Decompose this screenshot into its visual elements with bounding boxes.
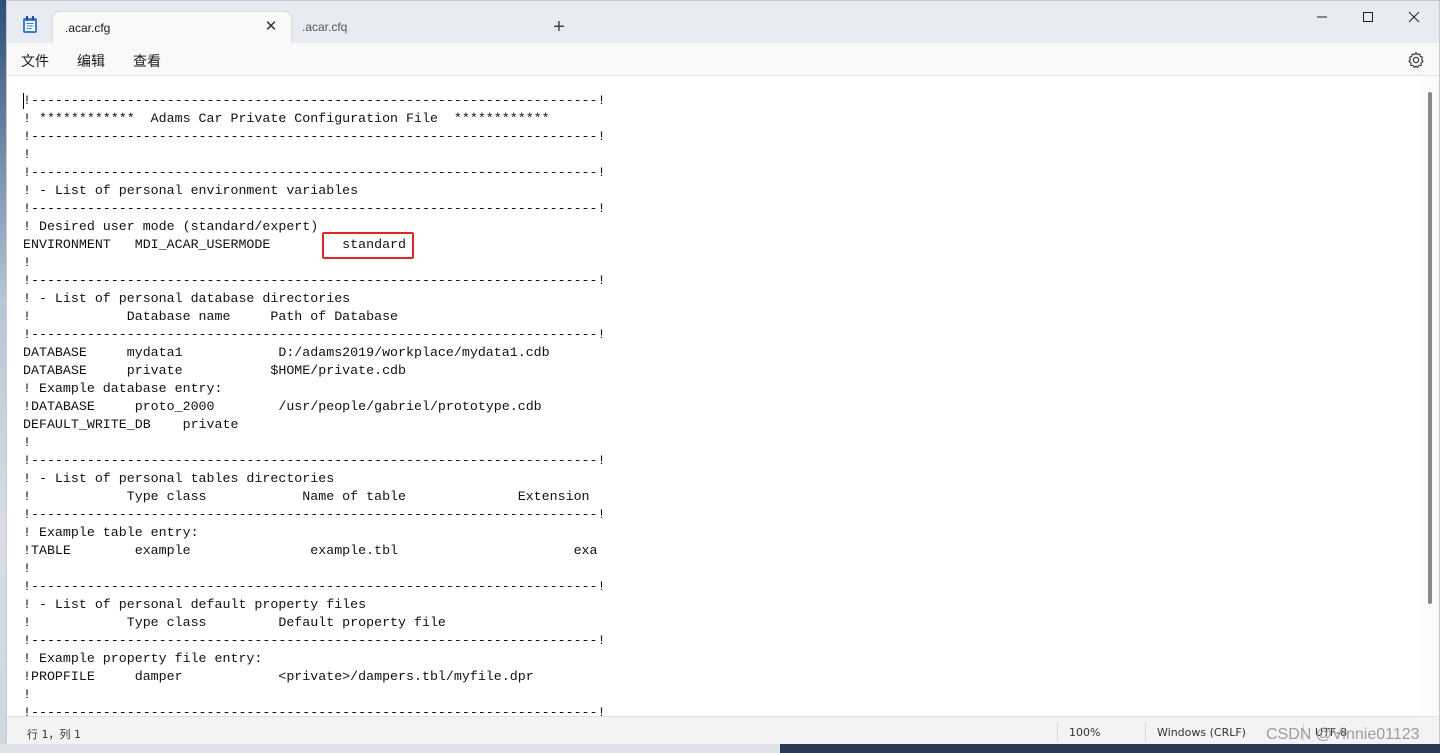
title-bar: .acar.cfg ✕ .acar.cfq + bbox=[7, 1, 1439, 43]
menu-bar: 文件 编辑 查看 bbox=[7, 43, 1439, 76]
new-tab-plus-icon[interactable]: + bbox=[549, 15, 569, 39]
taskbar-dark-area bbox=[780, 744, 1440, 753]
maximize-icon bbox=[1363, 12, 1373, 22]
menu-file[interactable]: 文件 bbox=[21, 51, 49, 71]
notepad-app-icon bbox=[23, 16, 37, 33]
csdn-watermark: CSDN @Vinnie01123 bbox=[1266, 726, 1420, 743]
minimize-icon bbox=[1317, 16, 1327, 18]
cursor-position: 行 1，列 1 bbox=[27, 728, 81, 741]
tab-close-icon[interactable]: ✕ bbox=[261, 17, 281, 37]
line-ending[interactable]: Windows (CRLF) bbox=[1157, 726, 1246, 739]
close-icon bbox=[1408, 11, 1420, 23]
tab-acar-cfq[interactable]: .acar.cfq bbox=[302, 20, 347, 34]
editor-content[interactable]: !---------------------------------------… bbox=[23, 92, 606, 716]
minimize-button[interactable] bbox=[1299, 1, 1345, 33]
status-bar: 行 1，列 1 100% Windows (CRLF) UTF-8 bbox=[7, 716, 1439, 745]
vertical-scrollbar[interactable] bbox=[1421, 76, 1439, 716]
taskbar-strip bbox=[0, 744, 1440, 753]
status-divider bbox=[1057, 723, 1058, 741]
tab-label: .acar.cfg bbox=[65, 21, 111, 35]
text-editor[interactable]: !---------------------------------------… bbox=[7, 76, 1419, 716]
status-divider bbox=[1145, 723, 1146, 741]
zoom-level[interactable]: 100% bbox=[1069, 726, 1100, 739]
notepad-window: .acar.cfg ✕ .acar.cfq + 文件 编辑 查看 !------… bbox=[6, 0, 1440, 745]
highlight-annotation-box bbox=[322, 232, 414, 259]
close-window-button[interactable] bbox=[1391, 1, 1437, 33]
menu-view[interactable]: 查看 bbox=[133, 51, 161, 71]
maximize-button[interactable] bbox=[1345, 1, 1391, 33]
text-caret bbox=[23, 93, 24, 109]
scrollbar-thumb[interactable] bbox=[1428, 92, 1432, 604]
tab-acar-cfg[interactable]: .acar.cfg ✕ bbox=[52, 11, 292, 43]
gear-icon[interactable] bbox=[1407, 51, 1425, 69]
menu-edit[interactable]: 编辑 bbox=[77, 51, 105, 71]
